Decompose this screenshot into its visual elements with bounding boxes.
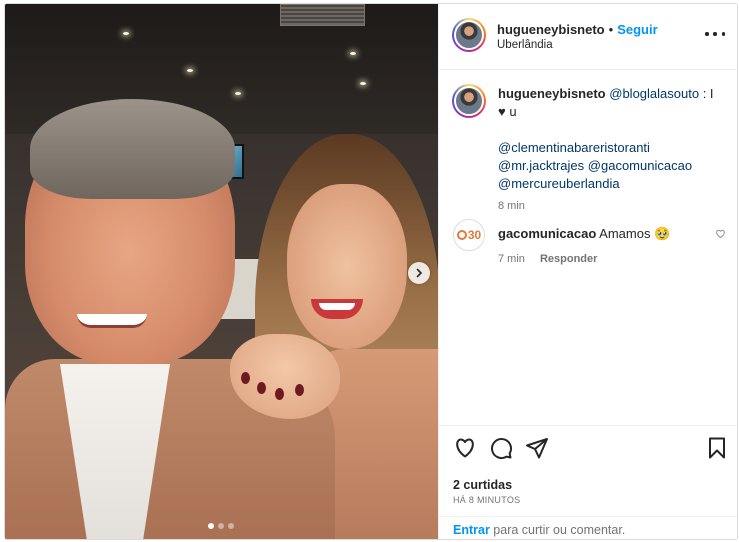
- post-side-panel: hugueneybisneto • Seguir Uberlândia huguen…: [438, 4, 737, 539]
- chevron-right-icon: [416, 268, 423, 278]
- comment-avatar-text: 30: [467, 228, 482, 242]
- photo-light: [235, 92, 241, 95]
- post-time[interactable]: HÁ 8 MINUTOS: [453, 495, 520, 505]
- caption-time: 8 min: [498, 200, 525, 212]
- photo-light: [350, 52, 356, 55]
- carousel-dot: [218, 523, 224, 529]
- carousel-dot: [208, 523, 214, 529]
- photo-vent: [280, 4, 365, 26]
- comment-item: gacomunicacao Amamos 🥹 7 min Responder: [498, 225, 708, 268]
- comment-icon[interactable]: [489, 436, 513, 460]
- photo-nail: [295, 384, 304, 396]
- caption-text-2: ♥ u: [498, 104, 517, 119]
- comment-meta: 7 min Responder: [498, 250, 708, 268]
- comment-time: 7 min: [498, 253, 525, 265]
- author-line: hugueneybisneto • Seguir: [497, 21, 658, 39]
- comments-area: hugueneybisneto @bloglalasouto : I ♥ u @…: [439, 70, 737, 425]
- carousel-indicator: [208, 523, 234, 529]
- separator: •: [608, 22, 614, 37]
- photo-woman-face: [287, 184, 407, 349]
- carousel-dot: [228, 523, 234, 529]
- photo-light: [123, 32, 129, 35]
- login-link[interactable]: Entrar: [453, 523, 490, 537]
- author-username[interactable]: hugueneybisneto: [497, 22, 605, 37]
- reply-button[interactable]: Responder: [540, 253, 597, 265]
- photo-light: [187, 69, 193, 72]
- likes-count[interactable]: 2 curtidas: [453, 478, 512, 492]
- photo-woman-teeth: [319, 303, 355, 310]
- caption-mention[interactable]: @clementinabareristoranti: [498, 140, 650, 155]
- caption-avatar[interactable]: [452, 84, 486, 118]
- carousel-next-button[interactable]: [408, 262, 430, 284]
- photo-nail: [275, 388, 284, 400]
- caption: hugueneybisneto @bloglalasouto : I ♥ u @…: [498, 85, 728, 215]
- photo-nail: [257, 382, 266, 394]
- more-options-button[interactable]: [705, 27, 725, 41]
- caption-mention[interactable]: @mercureuberlandia: [498, 176, 620, 191]
- comment-username[interactable]: gacomunicacao: [498, 226, 596, 241]
- caption-mention[interactable]: @mr.jacktrajes: [498, 158, 584, 173]
- comment-text: Amamos 🥹: [599, 226, 671, 241]
- caption-text: : I: [699, 86, 714, 101]
- photo-man-smile: [77, 314, 147, 328]
- follow-button[interactable]: Seguir: [617, 22, 657, 37]
- logo-ring: [456, 230, 467, 240]
- post-photo[interactable]: [5, 4, 438, 539]
- post-actions: 2 curtidas HÁ 8 MINUTOS Entrar para curt…: [439, 425, 737, 538]
- caption-mention[interactable]: @bloglalasouto: [609, 86, 699, 101]
- caption-mention[interactable]: @gacomunicacao: [588, 158, 692, 173]
- author-location[interactable]: Uberlândia: [497, 39, 553, 51]
- comment-avatar[interactable]: 30: [453, 219, 485, 251]
- post-header: hugueneybisneto • Seguir Uberlândia: [439, 4, 737, 70]
- login-text: para curtir ou comentar.: [489, 523, 626, 537]
- login-prompt: Entrar para curtir ou comentar.: [439, 516, 737, 538]
- photo-light: [360, 82, 366, 85]
- more-icon: [713, 32, 717, 36]
- photo-nail: [241, 372, 250, 384]
- heart-icon[interactable]: [715, 228, 726, 239]
- photo-man-hair: [30, 99, 235, 199]
- bookmark-icon[interactable]: [705, 436, 729, 460]
- caption-username[interactable]: hugueneybisneto: [498, 86, 606, 101]
- share-icon[interactable]: [525, 436, 549, 460]
- author-avatar[interactable]: [452, 18, 486, 52]
- more-icon: [721, 32, 725, 36]
- heart-icon[interactable]: [453, 436, 477, 460]
- more-icon: [705, 32, 709, 36]
- post-dialog: hugueneybisneto • Seguir Uberlândia huguen…: [4, 3, 738, 540]
